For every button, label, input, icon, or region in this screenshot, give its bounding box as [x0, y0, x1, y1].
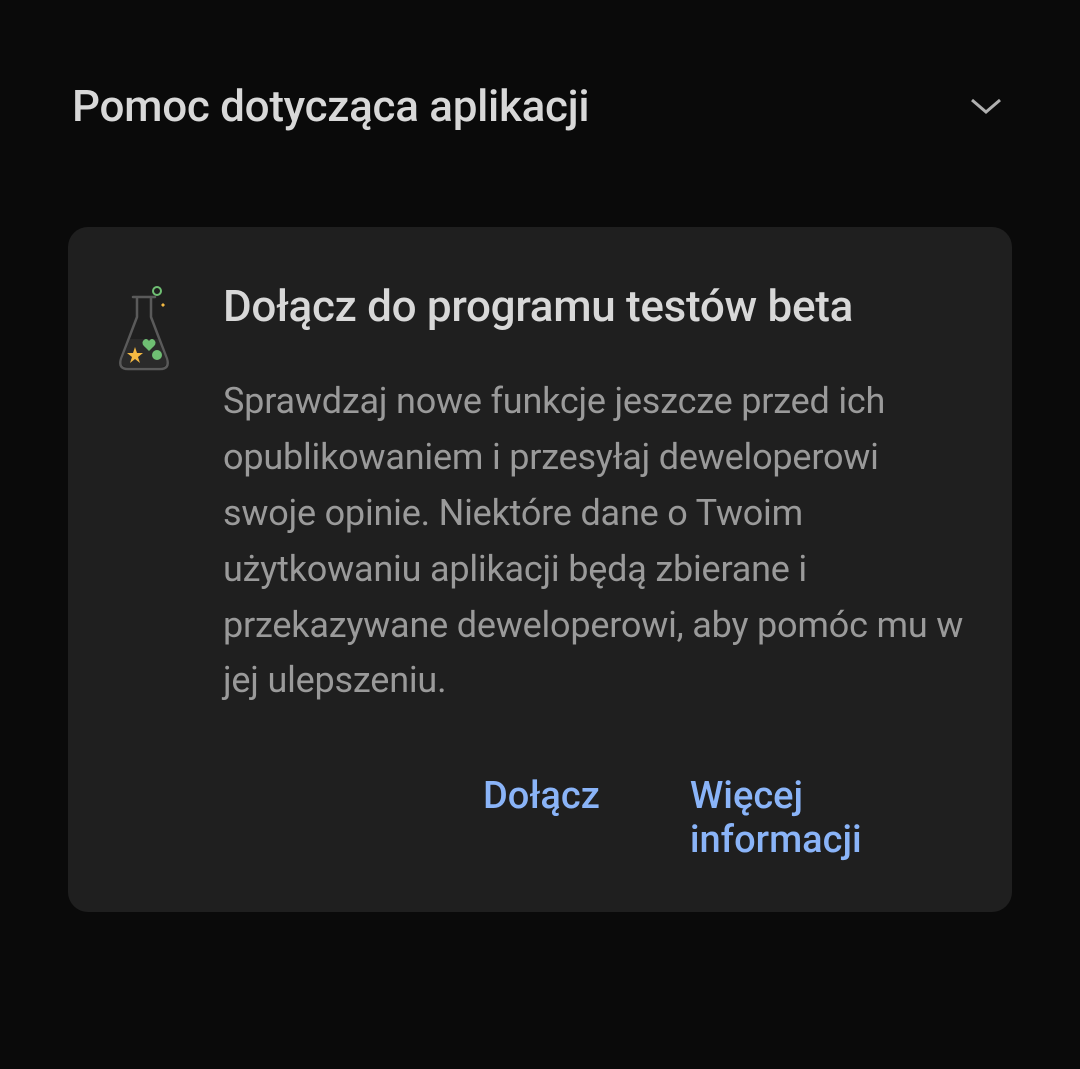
- beta-program-card: Dołącz do programu testów beta Sprawdzaj…: [68, 227, 1012, 912]
- beta-card-description: Sprawdzaj nowe funkcje jeszcze przed ich…: [223, 374, 967, 709]
- join-button[interactable]: Dołącz: [483, 774, 600, 862]
- beta-card-title: Dołącz do programu testów beta: [223, 277, 967, 336]
- beta-flask-icon: [113, 277, 188, 709]
- more-info-button[interactable]: Więcej informacji: [690, 774, 967, 862]
- app-support-section-header[interactable]: Pomoc dotycząca aplikacji: [60, 70, 1020, 142]
- chevron-down-icon: [964, 84, 1008, 128]
- section-title: Pomoc dotycząca aplikacji: [72, 80, 589, 132]
